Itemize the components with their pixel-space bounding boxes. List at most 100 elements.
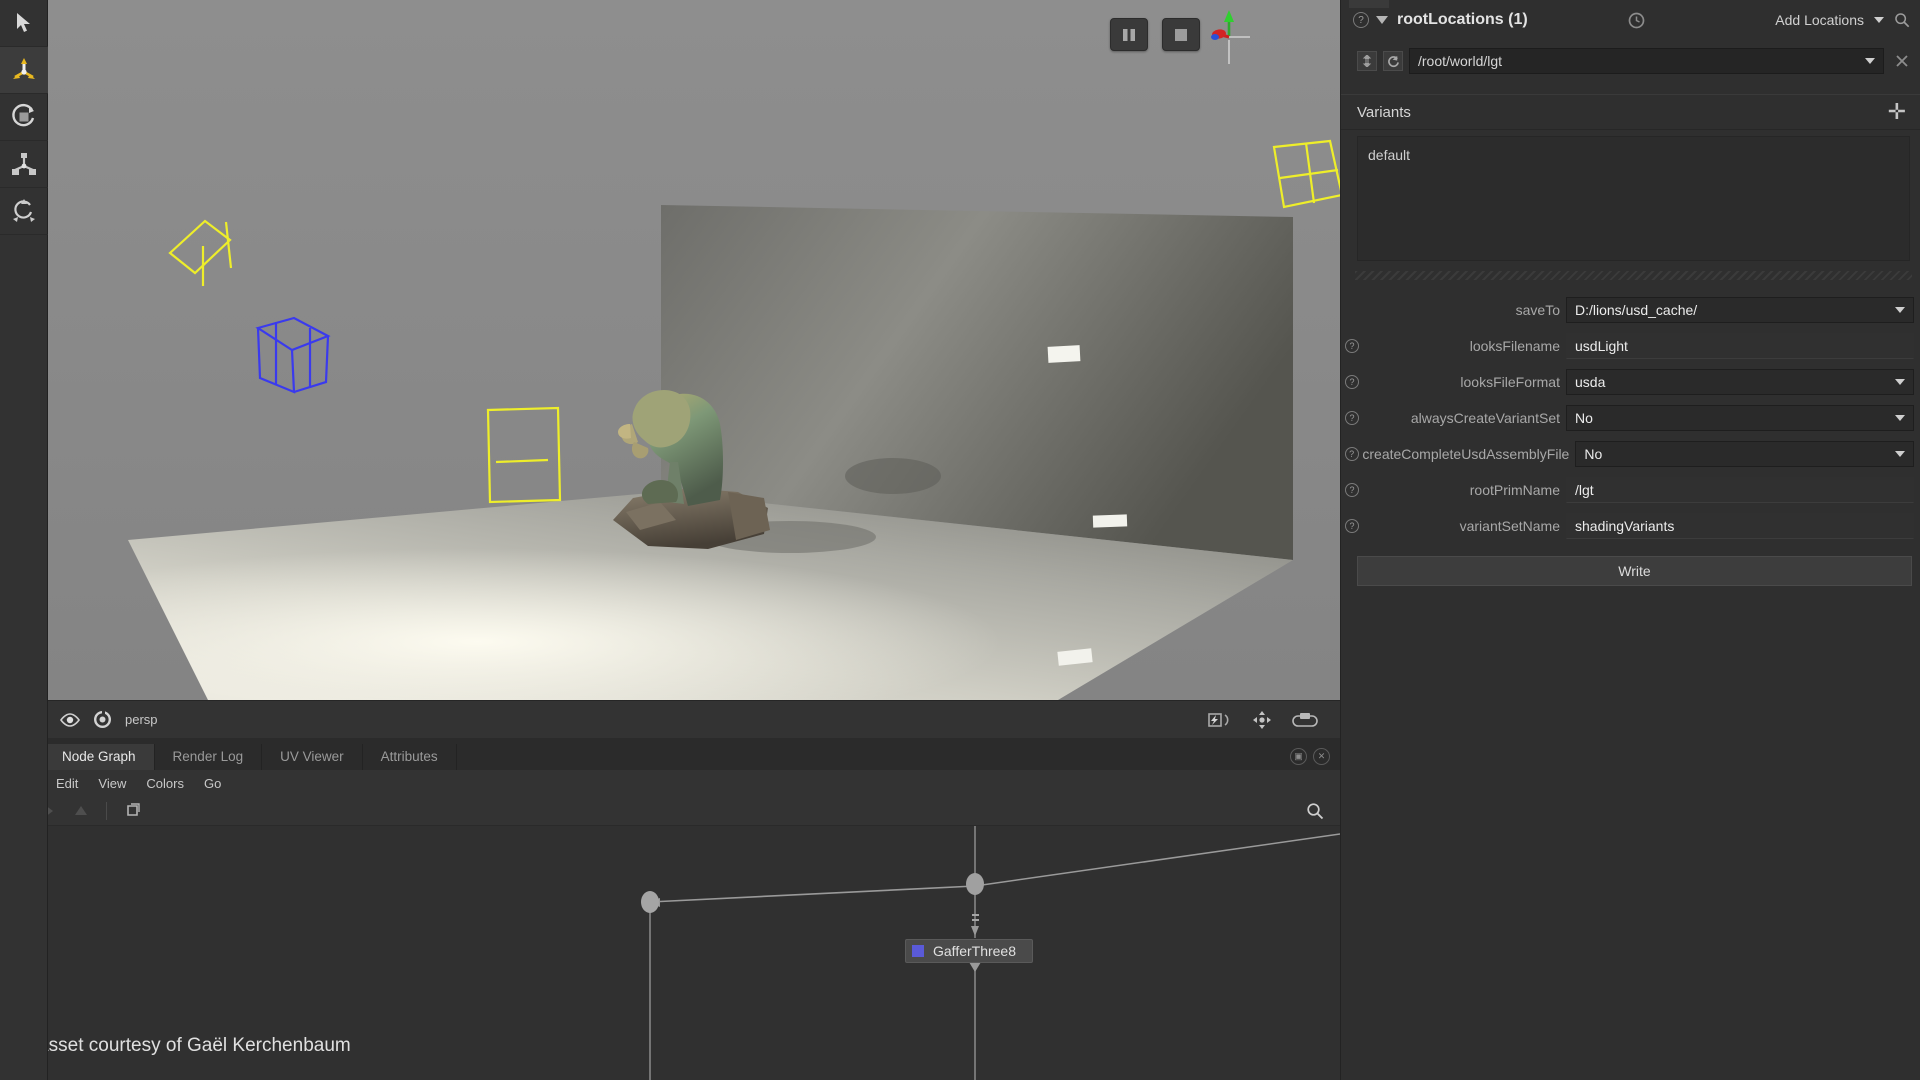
param-label: rootPrimName xyxy=(1470,482,1566,498)
param-field-saveto[interactable]: D:/lions/usd_cache/ xyxy=(1566,297,1914,323)
param-label: looksFileFormat xyxy=(1460,374,1566,390)
parameters-panel: ? rootLocations (1) Add Locations xyxy=(1340,0,1920,1080)
scale-handles-icon xyxy=(10,150,38,178)
root-location-row: /root/world/lgt xyxy=(1357,42,1912,80)
param-label: createCompleteUsdAssemblyFile xyxy=(1362,446,1575,462)
panel-options-icon[interactable]: ▣ xyxy=(1290,748,1307,765)
arrow-cursor-icon xyxy=(14,12,34,34)
menu-colors[interactable]: Colors xyxy=(146,776,184,791)
param-row-alwayscreatevariantset: ? alwaysCreateVariantSet No xyxy=(1341,400,1918,436)
close-x-icon[interactable] xyxy=(1892,51,1912,71)
pan-move-icon[interactable] xyxy=(1252,710,1272,730)
param-field-variantsetname[interactable]: shadingVariants xyxy=(1566,513,1914,539)
question-mark-icon[interactable]: ? xyxy=(1345,411,1359,425)
expand-rows-icon[interactable] xyxy=(1357,51,1377,71)
param-label: looksFilename xyxy=(1470,338,1566,354)
node-gafferthree8[interactable]: GafferThree8 xyxy=(905,939,1033,963)
param-field-looksfileformat[interactable]: usda xyxy=(1566,369,1914,395)
caret-down-icon[interactable] xyxy=(1895,451,1905,457)
viewer-split-button[interactable] xyxy=(1110,18,1148,51)
question-mark-icon[interactable]: ? xyxy=(1345,447,1359,461)
camera-icon[interactable] xyxy=(1292,712,1318,728)
nav-separator xyxy=(106,802,107,820)
question-mark-icon[interactable]: ? xyxy=(1345,339,1359,353)
caret-down-icon[interactable] xyxy=(1895,379,1905,385)
root-location-field[interactable]: /root/world/lgt xyxy=(1409,48,1884,74)
revert-icon[interactable] xyxy=(1383,51,1403,71)
question-mark-icon[interactable]: ? xyxy=(1345,483,1359,497)
param-label: variantSetName xyxy=(1460,518,1566,534)
variants-header: Variants ✛ xyxy=(1341,94,1920,130)
param-value: D:/lions/usd_cache/ xyxy=(1575,302,1697,318)
param-field-looksfilename[interactable]: usdLight xyxy=(1566,333,1914,359)
viewport-scene xyxy=(48,0,1340,700)
up-level-icon[interactable] xyxy=(74,804,88,818)
translate-tool-button[interactable] xyxy=(0,47,48,94)
root-location-value: /root/world/lgt xyxy=(1418,53,1502,69)
param-field-rootprimname[interactable]: /lgt xyxy=(1566,477,1914,503)
asset-credit-text: Asset courtesy of Gaël Kerchenbaum xyxy=(36,1035,351,1057)
param-field-createcompleteusdassemblyfile[interactable]: No xyxy=(1575,441,1914,467)
camera-label: persp xyxy=(125,712,158,727)
param-label: alwaysCreateVariantSet xyxy=(1411,410,1566,426)
plus-icon[interactable]: ✛ xyxy=(1888,104,1906,120)
viewport-top-buttons xyxy=(1110,18,1200,51)
node-color-swatch xyxy=(912,945,924,957)
single-frame-icon xyxy=(1172,26,1190,44)
param-field-alwayscreatevariantset[interactable]: No xyxy=(1566,405,1914,431)
scale-tool-button[interactable] xyxy=(0,141,48,188)
viewport-3d[interactable] xyxy=(48,0,1340,700)
viewer-single-button[interactable] xyxy=(1162,18,1200,51)
param-value: No xyxy=(1584,446,1602,462)
question-mark-icon[interactable]: ? xyxy=(1353,12,1369,28)
write-button[interactable]: Write xyxy=(1357,556,1912,586)
param-row-looksfileformat: ? looksFileFormat usda xyxy=(1341,364,1918,400)
triangle-down-icon[interactable] xyxy=(1376,16,1388,24)
search-icon[interactable] xyxy=(1306,802,1324,820)
page-title: rootLocations (1) xyxy=(1397,11,1528,29)
tab-bar: Node Graph Render Log UV Viewer Attribut… xyxy=(0,738,1340,770)
panel-close-icon[interactable]: ✕ xyxy=(1313,748,1330,765)
parameters-list: saveTo D:/lions/usd_cache/ ? looksFilena… xyxy=(1341,292,1920,544)
variants-list[interactable]: default xyxy=(1357,136,1910,261)
caret-down-icon[interactable] xyxy=(1895,307,1905,313)
axis-gizmo[interactable] xyxy=(1198,6,1260,68)
question-mark-icon[interactable]: ? xyxy=(1345,519,1359,533)
param-label: saveTo xyxy=(1516,302,1566,318)
rotate-tool-button[interactable] xyxy=(0,94,48,141)
panel-resize-grip[interactable] xyxy=(1355,271,1912,280)
select-tool-button[interactable] xyxy=(0,0,48,47)
node-label: GafferThree8 xyxy=(933,943,1016,959)
transform-orbit-icon xyxy=(10,197,38,225)
transform-tool-button[interactable] xyxy=(0,188,48,235)
menu-go[interactable]: Go xyxy=(204,776,221,791)
param-value: /lgt xyxy=(1575,482,1594,498)
panel-tab-nub[interactable] xyxy=(1349,0,1389,8)
caret-down-icon[interactable] xyxy=(1895,415,1905,421)
tab-uv-viewer[interactable]: UV Viewer xyxy=(262,744,363,770)
left-toolbar xyxy=(0,0,48,1080)
tab-attributes[interactable]: Attributes xyxy=(363,744,457,770)
tab-render-log[interactable]: Render Log xyxy=(155,744,263,770)
caret-down-icon[interactable] xyxy=(1874,17,1884,23)
list-item[interactable]: default xyxy=(1368,145,1899,165)
split-columns-icon xyxy=(1120,26,1138,44)
param-value: No xyxy=(1575,410,1593,426)
viewport-bottom-bar: persp xyxy=(48,700,1340,738)
param-row-rootprimname: ? rootPrimName /lgt xyxy=(1341,472,1918,508)
layers-icon[interactable] xyxy=(125,803,141,819)
camera-aperture-icon[interactable] xyxy=(94,711,111,728)
menu-view[interactable]: View xyxy=(98,776,126,791)
exposure-icon[interactable] xyxy=(1208,712,1232,728)
param-value: shadingVariants xyxy=(1575,518,1674,534)
history-clock-icon[interactable] xyxy=(1628,12,1645,29)
search-icon[interactable] xyxy=(1894,12,1910,28)
tab-node-graph[interactable]: Node Graph xyxy=(44,744,155,770)
visibility-eye-icon[interactable] xyxy=(60,713,80,727)
application-window: persp Node Graph xyxy=(0,0,1920,1080)
question-mark-icon[interactable]: ? xyxy=(1345,375,1359,389)
menu-edit[interactable]: Edit xyxy=(56,776,78,791)
add-locations-button[interactable]: Add Locations xyxy=(1775,12,1864,28)
caret-down-icon[interactable] xyxy=(1865,58,1875,64)
variants-label: Variants xyxy=(1357,104,1411,121)
